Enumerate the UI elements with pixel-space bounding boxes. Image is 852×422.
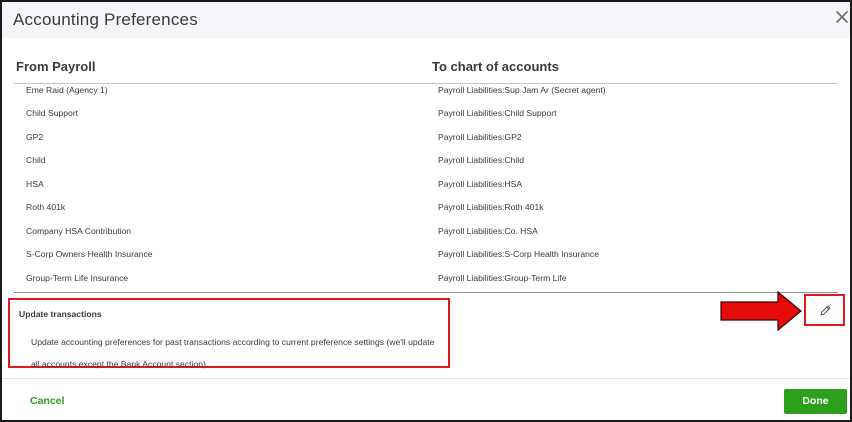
account-item: Payroll Liabilities:S-Corp Health Insura… <box>438 249 599 259</box>
mapping-row: HSA Payroll Liabilities:HSA <box>14 175 838 195</box>
mapping-row: Company HSA Contribution Payroll Liabili… <box>14 222 838 242</box>
account-item: Payroll Liabilities:Child Support <box>438 108 557 118</box>
accounting-preferences-dialog: Accounting Preferences From Payroll To c… <box>0 0 852 422</box>
pencil-icon <box>820 305 831 316</box>
payroll-item: Child <box>26 155 46 165</box>
footer-divider <box>2 378 850 379</box>
payroll-item: S-Corp Owners Health Insurance <box>26 249 153 259</box>
account-item: Payroll Liabilities:Child <box>438 155 524 165</box>
payroll-item: Child Support <box>26 108 79 118</box>
done-button[interactable]: Done <box>784 389 847 414</box>
list-bottom-divider <box>14 292 838 293</box>
close-icon[interactable] <box>835 10 849 24</box>
mapping-row: Child Payroll Liabilities:Child <box>14 151 838 171</box>
mapping-row: S-Corp Owners Health Insurance Payroll L… <box>14 245 838 265</box>
account-item: Payroll Liabilities:Roth 401k <box>438 202 544 212</box>
account-item: Payroll Liabilities:Group-Term Life <box>438 273 567 283</box>
update-transactions-title: Update transactions <box>19 309 102 319</box>
mapping-row: Eme Raid (Agency 1) Payroll Liabilities:… <box>14 84 838 101</box>
account-item: Payroll Liabilities:HSA <box>438 179 523 189</box>
account-item: Payroll Liabilities:Co. HSA <box>438 226 538 236</box>
payroll-item: GP2 <box>26 132 44 142</box>
chart-of-accounts-header: To chart of accounts <box>432 59 559 74</box>
payroll-item: Group-Term Life Insurance <box>26 273 129 283</box>
from-payroll-header: From Payroll <box>16 59 96 74</box>
mapping-row: GP2 Payroll Liabilities:GP2 <box>14 128 838 148</box>
dialog-title: Accounting Preferences <box>13 10 198 29</box>
mapping-list[interactable]: Eme Raid (Agency 1) Payroll Liabilities:… <box>14 84 838 290</box>
account-item: Payroll Liabilities:Sup Jam Ar (Secret a… <box>438 85 606 95</box>
mapping-row: Group-Term Life Insurance Payroll Liabil… <box>14 269 838 289</box>
arrow-right-icon <box>720 291 802 331</box>
mapping-row: Roth 401k Payroll Liabilities:Roth 401k <box>14 198 838 218</box>
mapping-row: Child Support Payroll Liabilities:Child … <box>14 104 838 124</box>
payroll-item: Company HSA Contribution <box>26 226 132 236</box>
dialog-header: Accounting Preferences <box>2 2 850 38</box>
update-transactions-section: Update transactions Update accounting pr… <box>8 298 450 369</box>
payroll-item: HSA <box>26 179 44 189</box>
update-transactions-description: Update accounting preferences for past t… <box>31 337 435 369</box>
edit-update-transactions-button[interactable] <box>804 294 845 326</box>
cancel-button[interactable]: Cancel <box>30 395 64 407</box>
account-item: Payroll Liabilities:GP2 <box>438 132 522 142</box>
payroll-item: Eme Raid (Agency 1) <box>26 85 108 95</box>
payroll-item: Roth 401k <box>26 202 66 212</box>
